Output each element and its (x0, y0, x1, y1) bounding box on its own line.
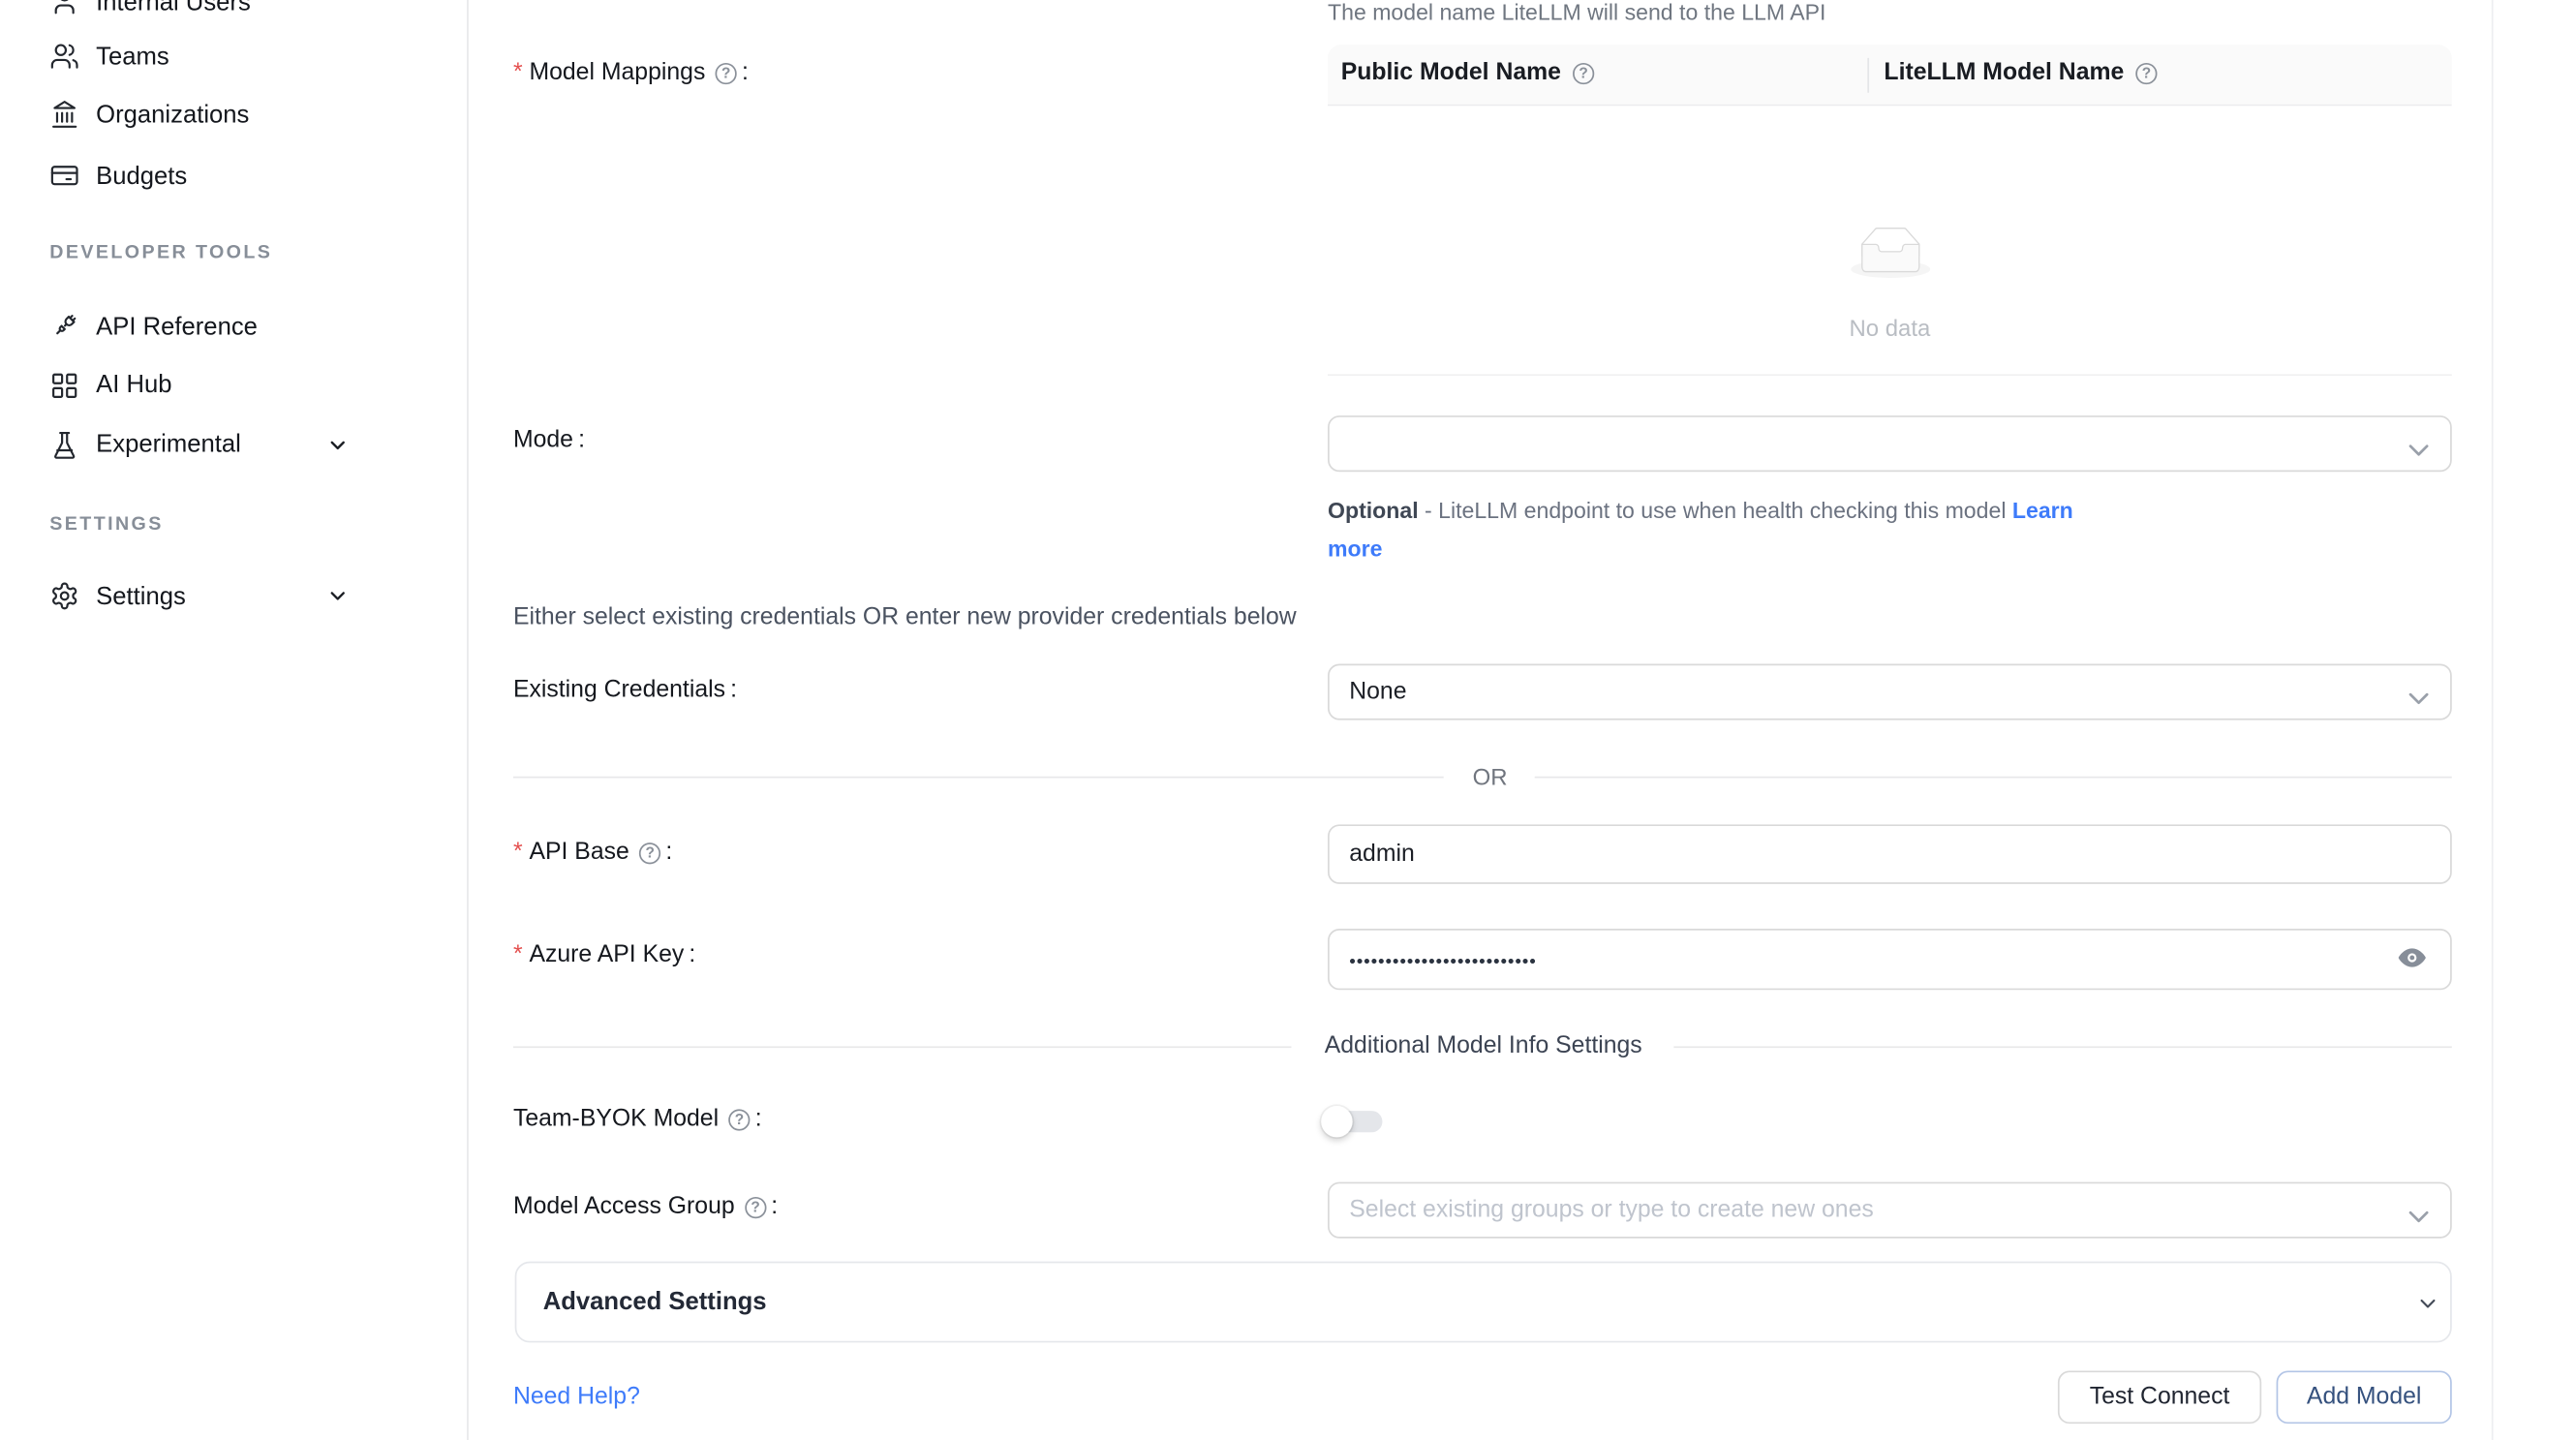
test-connect-button[interactable]: Test Connect (2058, 1370, 2261, 1424)
learn-more-link[interactable]: Learn (2012, 499, 2073, 524)
question-circle-icon[interactable] (1573, 62, 1594, 83)
divider-line (513, 1046, 1291, 1048)
required-asterisk: * (513, 942, 523, 968)
team-byok-label: Team-BYOK Model : (513, 1106, 762, 1132)
divider-line (1673, 1046, 2451, 1048)
model-access-group-placeholder: Select existing groups or type to create… (1349, 1197, 1874, 1223)
sidebar-item-api-reference[interactable]: API Reference (49, 305, 434, 348)
sidebar-item-organizations[interactable]: Organizations (49, 93, 434, 136)
app-root: Internal Users Teams Organizations Budge… (0, 0, 2576, 1440)
sidebar-item-experimental[interactable]: Experimental (49, 423, 434, 466)
add-model-button[interactable]: Add Model (2277, 1370, 2452, 1424)
sidebar-item-budgets[interactable]: Budgets (49, 154, 434, 197)
sidebar-item-label: Experimental (96, 430, 241, 458)
flask-icon (49, 430, 79, 460)
grid-icon (49, 370, 79, 400)
question-circle-icon[interactable] (639, 842, 660, 863)
credentials-note: Either select existing credentials OR en… (513, 604, 1297, 630)
sidebar-item-label: API Reference (96, 312, 258, 340)
user-icon (49, 0, 79, 16)
chevron-down-icon (326, 433, 350, 464)
required-asterisk: * (513, 840, 523, 866)
sidebar-item-settings[interactable]: Settings (49, 574, 434, 617)
chevron-down-icon (326, 584, 350, 615)
advanced-settings-title: Advanced Settings (543, 1288, 767, 1316)
sidebar-item-label: Teams (96, 43, 169, 71)
question-circle-icon[interactable] (2135, 62, 2157, 83)
azure-api-key-label: * Azure API Key : (513, 942, 695, 968)
model-access-group-select[interactable]: Select existing groups or type to create… (1328, 1182, 2452, 1239)
gear-icon (49, 581, 79, 611)
mode-label: Mode : (513, 427, 585, 453)
sidebar-section-developer-tools: DEVELOPER TOOLS (49, 243, 272, 263)
sidebar-item-ai-hub[interactable]: AI Hub (49, 363, 434, 406)
sidebar-item-label: Settings (96, 582, 186, 610)
chevron-down-icon (2415, 1291, 2440, 1324)
question-circle-icon[interactable] (745, 1196, 766, 1217)
learn-more-link[interactable]: more (1328, 536, 1382, 562)
plug-icon (49, 311, 79, 341)
api-base-value: admin (1349, 841, 1415, 867)
model-name-help-note: The model name LiteLLM will send to the … (1328, 0, 1825, 25)
existing-credentials-select[interactable]: None (1328, 664, 2452, 720)
chevron-down-icon (2408, 437, 2429, 463)
table-header: Public Model Name LiteLLM Model Name (1328, 45, 2452, 106)
no-data-text: No data (1328, 315, 2452, 341)
sidebar-item-label: Internal Users (96, 0, 251, 15)
question-circle-icon[interactable] (716, 62, 737, 83)
column-header-public-model-name: Public Model Name (1341, 60, 1594, 86)
divider-line (1535, 777, 2452, 779)
divider-line (513, 777, 1444, 779)
sidebar-item-label: AI Hub (96, 371, 171, 399)
model-access-group-label: Model Access Group : (513, 1194, 778, 1220)
right-panel-divider (2492, 0, 2494, 1440)
sidebar-section-settings: SETTINGS (49, 515, 163, 536)
sidebar-item-teams[interactable]: Teams (49, 35, 434, 77)
existing-credentials-label: Existing Credentials : (513, 677, 737, 703)
question-circle-icon[interactable] (728, 1109, 750, 1130)
empty-state-icon (1328, 227, 2452, 287)
model-mappings-label: * Model Mappings : (513, 60, 749, 86)
or-divider-text: OR (1444, 763, 1537, 789)
api-base-input[interactable]: admin (1328, 824, 2452, 884)
column-divider (1867, 58, 1869, 93)
eye-icon[interactable] (2397, 943, 2427, 971)
users-icon (49, 42, 79, 72)
chevron-down-icon (2408, 686, 2429, 712)
masked-password-value: •••••••••••••••••••••••••• (1349, 951, 1536, 971)
model-mappings-table: Public Model Name LiteLLM Model Name (1328, 45, 2452, 376)
sidebar-item-label: Organizations (96, 100, 249, 128)
mode-help-text: Optional - LiteLLM endpoint to use when … (1328, 492, 2073, 568)
toggle-thumb (1320, 1105, 1352, 1137)
sidebar: Internal Users Teams Organizations Budge… (0, 0, 469, 1440)
credit-card-icon (49, 161, 79, 191)
azure-api-key-input[interactable]: •••••••••••••••••••••••••• (1328, 929, 2452, 990)
advanced-settings-panel[interactable]: Advanced Settings (515, 1262, 2452, 1343)
chevron-down-icon (2408, 1204, 2429, 1230)
sidebar-item-internal-users[interactable]: Internal Users (49, 0, 434, 23)
api-base-label: * API Base : (513, 840, 672, 866)
additional-settings-divider-text: Additional Model Info Settings (1295, 1033, 1672, 1059)
mode-select[interactable] (1328, 415, 2452, 472)
team-byok-toggle[interactable] (1319, 1101, 1389, 1141)
existing-credentials-value: None (1349, 679, 1406, 705)
required-asterisk: * (513, 60, 523, 86)
landmark-icon (49, 100, 79, 130)
sidebar-item-label: Budgets (96, 162, 187, 190)
column-header-litellm-model-name: LiteLLM Model Name (1884, 60, 2157, 86)
need-help-link[interactable]: Need Help? (513, 1384, 640, 1410)
